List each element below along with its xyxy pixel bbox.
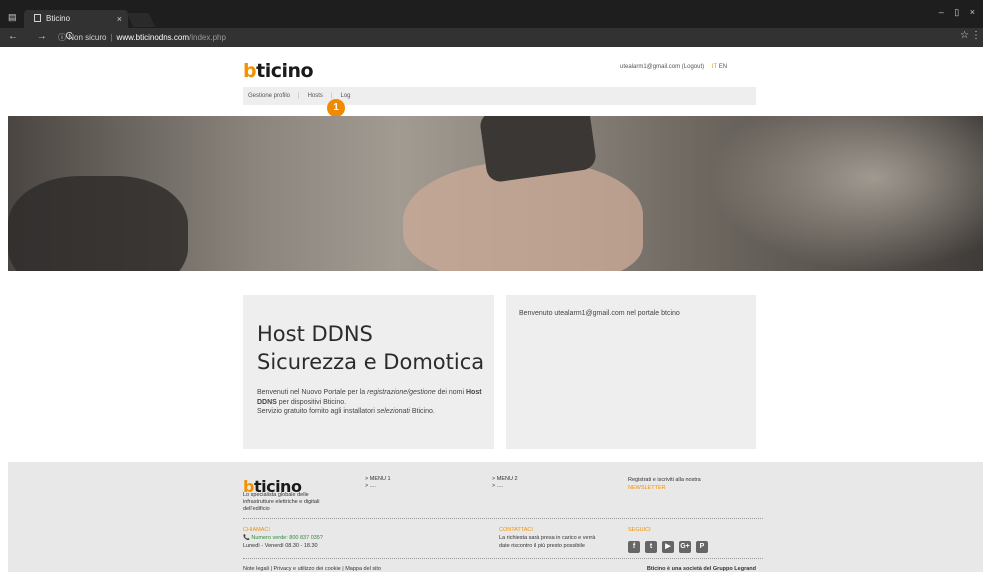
footer-menu-1: > MENU 1 > .... bbox=[365, 476, 391, 490]
logout-link[interactable]: (Logout) bbox=[682, 64, 704, 70]
browser-app-icon: ▤ bbox=[8, 12, 17, 22]
tab-title: Bticino bbox=[46, 14, 71, 23]
user-info: utealarm1@gmail.com (Logout) IT EN bbox=[620, 64, 727, 70]
social-icons: f t ▶ G+ P bbox=[628, 535, 713, 553]
footer-menu-2: > MENU 2 > .... bbox=[492, 476, 518, 490]
youtube-icon[interactable]: ▶ bbox=[662, 541, 674, 553]
hero-sleeve bbox=[8, 176, 188, 271]
intro-em: selezionati bbox=[376, 408, 410, 415]
logo-text: ticino bbox=[256, 60, 314, 82]
nav-hosts[interactable]: Hosts bbox=[308, 87, 323, 105]
menu2-item[interactable]: > .... bbox=[492, 483, 518, 490]
contact-title[interactable]: CONTATTACI bbox=[499, 526, 595, 534]
url-path: /index.php bbox=[189, 33, 226, 42]
intro-text: Bticino. bbox=[409, 408, 435, 415]
intro-text: Benvenuti nel Nuovo Portale per la bbox=[257, 389, 368, 396]
newsletter-block: Registrati e iscriviti alla nostra NEWSL… bbox=[628, 476, 701, 492]
lang-it-link[interactable]: IT bbox=[712, 64, 717, 70]
bticino-logo[interactable]: bticino bbox=[243, 60, 314, 82]
newsletter-link[interactable]: NEWSLETTER bbox=[628, 484, 701, 492]
call-phone[interactable]: 📞 Numero verde: 800 837 035? bbox=[243, 534, 323, 542]
browser-titlebar: ▤ Bticino × – ▯ × bbox=[0, 0, 983, 28]
url-separator: | bbox=[110, 33, 113, 42]
call-title: CHIAMACI bbox=[243, 527, 270, 533]
callout-badge: 1 bbox=[327, 99, 345, 117]
intro-text: Servizio gratuito fornito agli installat… bbox=[257, 408, 377, 415]
legrand-notice: Bticino è una società del Gruppo Legrand bbox=[646, 566, 756, 572]
footer-divider bbox=[243, 558, 763, 559]
call-section: CHIAMACI 📞 Numero verde: 800 837 035? Lu… bbox=[243, 526, 323, 550]
nav-separator: | bbox=[298, 93, 300, 99]
intro-em: registrazione/gestione bbox=[367, 389, 436, 396]
intro-box: Host DDNS Sicurezza e Domotica Benvenuti… bbox=[243, 295, 494, 449]
main-nav: Gestione profilo | Hosts | Log bbox=[243, 87, 756, 105]
facebook-icon[interactable]: f bbox=[628, 541, 640, 553]
page-icon bbox=[34, 14, 41, 22]
browser-tab[interactable]: Bticino × bbox=[24, 10, 128, 28]
contact-section: CONTATTACI La richiesta sarà presa in ca… bbox=[499, 526, 595, 550]
logo-b: b bbox=[243, 60, 257, 82]
address-bar: ← → C ⓘ Non sicuro | www.bticinodns.com/in… bbox=[0, 28, 983, 47]
user-email: utealarm1@gmail.com bbox=[620, 64, 681, 70]
browser-menu-icon[interactable]: ⋮ bbox=[971, 30, 981, 41]
contact-line: La richiesta sarà presa in carico e verr… bbox=[499, 535, 596, 541]
footer-divider bbox=[243, 518, 763, 519]
hero-image bbox=[8, 116, 983, 271]
call-hours: Lunedì - Venerdì 08.30 - 18.30 bbox=[243, 543, 318, 549]
window-controls[interactable]: – ▯ × bbox=[939, 7, 979, 18]
intro-paragraph: Benvenuti nel Nuovo Portale per la regis… bbox=[257, 388, 489, 417]
menu1-item[interactable]: > .... bbox=[365, 483, 391, 490]
intro-text: per dispositivi Bticino. bbox=[276, 398, 347, 406]
lang-en-link[interactable]: EN bbox=[719, 64, 727, 70]
insecure-label: ⓘ Non sicuro bbox=[58, 33, 107, 42]
menu2-title[interactable]: > MENU 2 bbox=[492, 476, 518, 483]
pinterest-icon[interactable]: P bbox=[696, 541, 708, 553]
page-subtitle: Sicurezza e Domotica bbox=[257, 350, 485, 374]
footer-legal-links[interactable]: Note legali | Privacy e utilizzo dei coo… bbox=[243, 566, 381, 572]
intro-text: dei nomi bbox=[435, 389, 466, 396]
twitter-icon[interactable]: t bbox=[645, 541, 657, 553]
page-title: Host DDNS bbox=[257, 322, 373, 346]
googleplus-icon[interactable]: G+ bbox=[679, 541, 691, 553]
bookmark-star-icon[interactable]: ☆ bbox=[960, 30, 969, 41]
welcome-message: Benvenuto utealarm1@gmail.com nel portal… bbox=[519, 310, 680, 317]
new-tab-button[interactable] bbox=[126, 13, 156, 27]
url-field[interactable]: ⓘ Non sicuro | www.bticinodns.com/index.ph… bbox=[58, 32, 226, 43]
contact-line: date riscontro il più presto possibile bbox=[499, 543, 585, 549]
follow-title: SEGUICI bbox=[628, 527, 651, 533]
footer-tagline: Lo specialista globale delle infrastrutt… bbox=[243, 492, 320, 512]
newsletter-text: Registrati e iscriviti alla nostra bbox=[628, 477, 701, 483]
url-host: www.bticinodns.com bbox=[116, 33, 190, 42]
welcome-box: Benvenuto utealarm1@gmail.com nel portal… bbox=[506, 295, 756, 449]
tab-close-icon[interactable]: × bbox=[117, 10, 122, 28]
hero-glow bbox=[708, 116, 983, 271]
nav-gestione-profilo[interactable]: Gestione profilo bbox=[248, 87, 290, 105]
follow-section: SEGUICI bbox=[628, 526, 651, 534]
menu1-title[interactable]: > MENU 1 bbox=[365, 476, 391, 483]
